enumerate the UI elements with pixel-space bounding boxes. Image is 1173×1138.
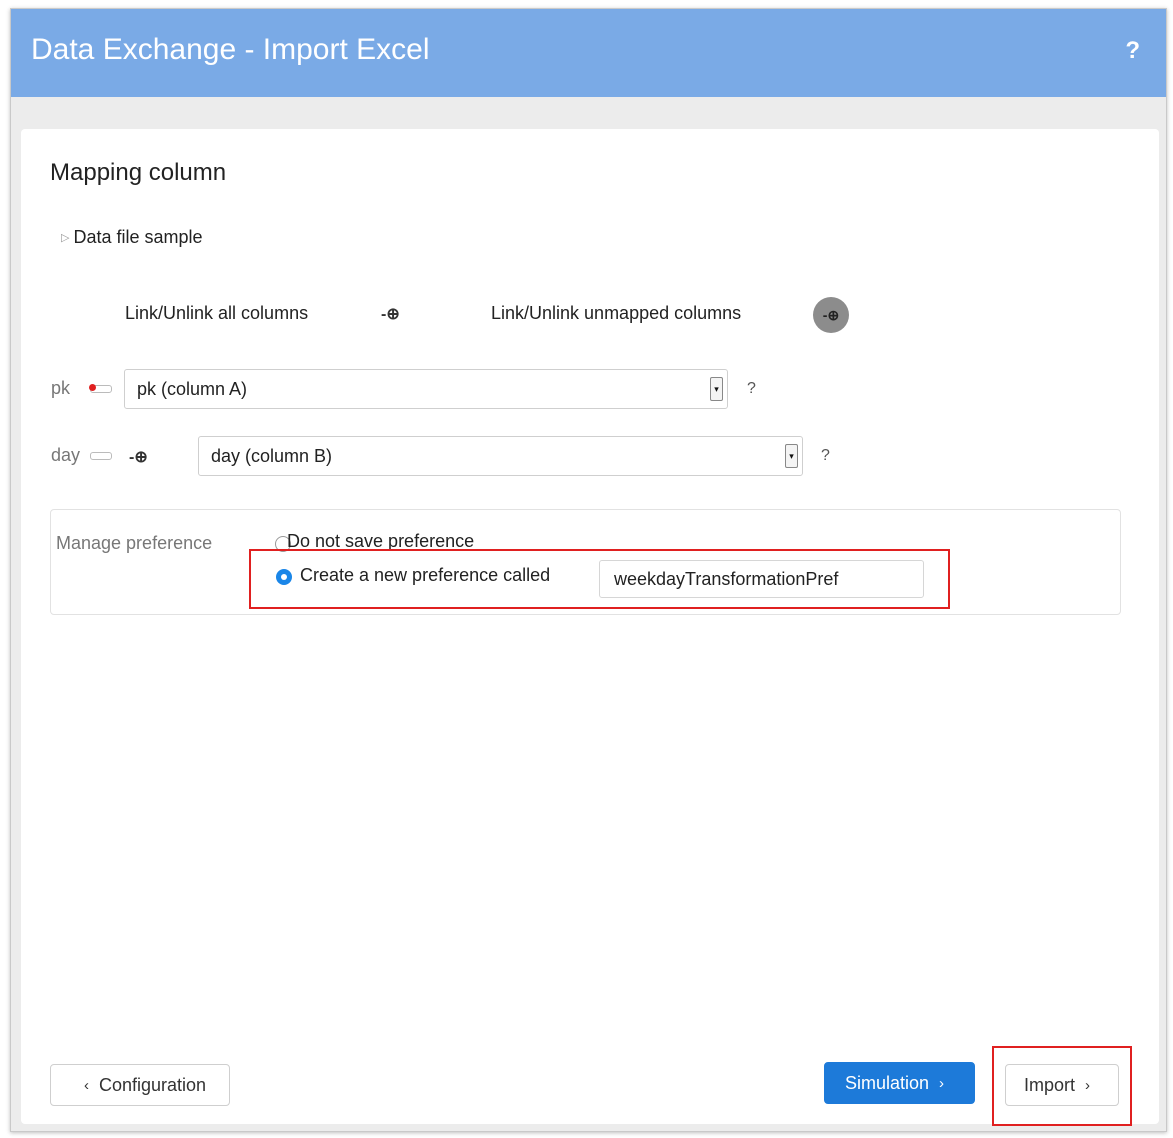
chevron-right-icon: › <box>939 1074 945 1092</box>
field-label-pk: pk <box>51 378 71 398</box>
day-select-value: day (column B) <box>211 446 333 466</box>
highlight-create-preference <box>249 549 950 609</box>
day-column-select[interactable]: day (column B) ▾ <box>198 436 803 476</box>
help-button[interactable]: ? <box>1125 37 1140 65</box>
plug-icon: -⊕ <box>822 306 840 323</box>
simulation-button[interactable]: Simulation › <box>824 1062 975 1104</box>
expand-triangle-icon: ▷ <box>61 232 70 244</box>
pk-select-value: pk (column A) <box>137 379 248 399</box>
simulation-label: Simulation <box>844 1072 930 1093</box>
plug-icon[interactable]: -⊕ <box>129 447 148 467</box>
highlight-import <box>992 1046 1132 1126</box>
primary-key-icon <box>89 384 112 393</box>
dialog-title: Data Exchange - Import Excel <box>31 33 430 66</box>
dropdown-arrow-icon: ▾ <box>785 444 798 468</box>
link-all-columns-label: Link/Unlink all columns <box>125 303 309 323</box>
dropdown-arrow-icon: ▾ <box>710 377 723 401</box>
pk-column-select[interactable]: pk (column A) ▾ <box>124 369 728 409</box>
chevron-left-icon: ‹ <box>83 1076 89 1094</box>
data-file-sample-toggle[interactable]: ▷ Data file sample <box>61 227 203 248</box>
pk-help-icon[interactable]: ? <box>747 380 756 398</box>
manage-preference-label: Manage preference <box>56 533 213 553</box>
field-label-day: day <box>51 445 81 465</box>
mapping-panel: Mapping column ▷ Data file sample Link/Un… <box>21 129 1159 1126</box>
configuration-label: Configuration <box>98 1074 207 1095</box>
dialog-window: Data Exchange - Import Excel ? Mapping c… <box>10 8 1167 1132</box>
link-unmapped-columns-label: Link/Unlink unmapped columns <box>491 303 742 323</box>
key-icon <box>90 452 112 460</box>
section-title: Mapping column <box>50 159 227 186</box>
day-help-icon[interactable]: ? <box>821 447 830 465</box>
configuration-button[interactable]: ‹ Configuration <box>50 1064 230 1106</box>
plug-icon[interactable]: -⊕ <box>381 304 400 324</box>
plug-unmapped-button[interactable]: -⊕ <box>813 297 849 333</box>
dialog-header: Data Exchange - Import Excel ? <box>11 9 1166 97</box>
data-file-sample-label: Data file sample <box>73 227 203 247</box>
